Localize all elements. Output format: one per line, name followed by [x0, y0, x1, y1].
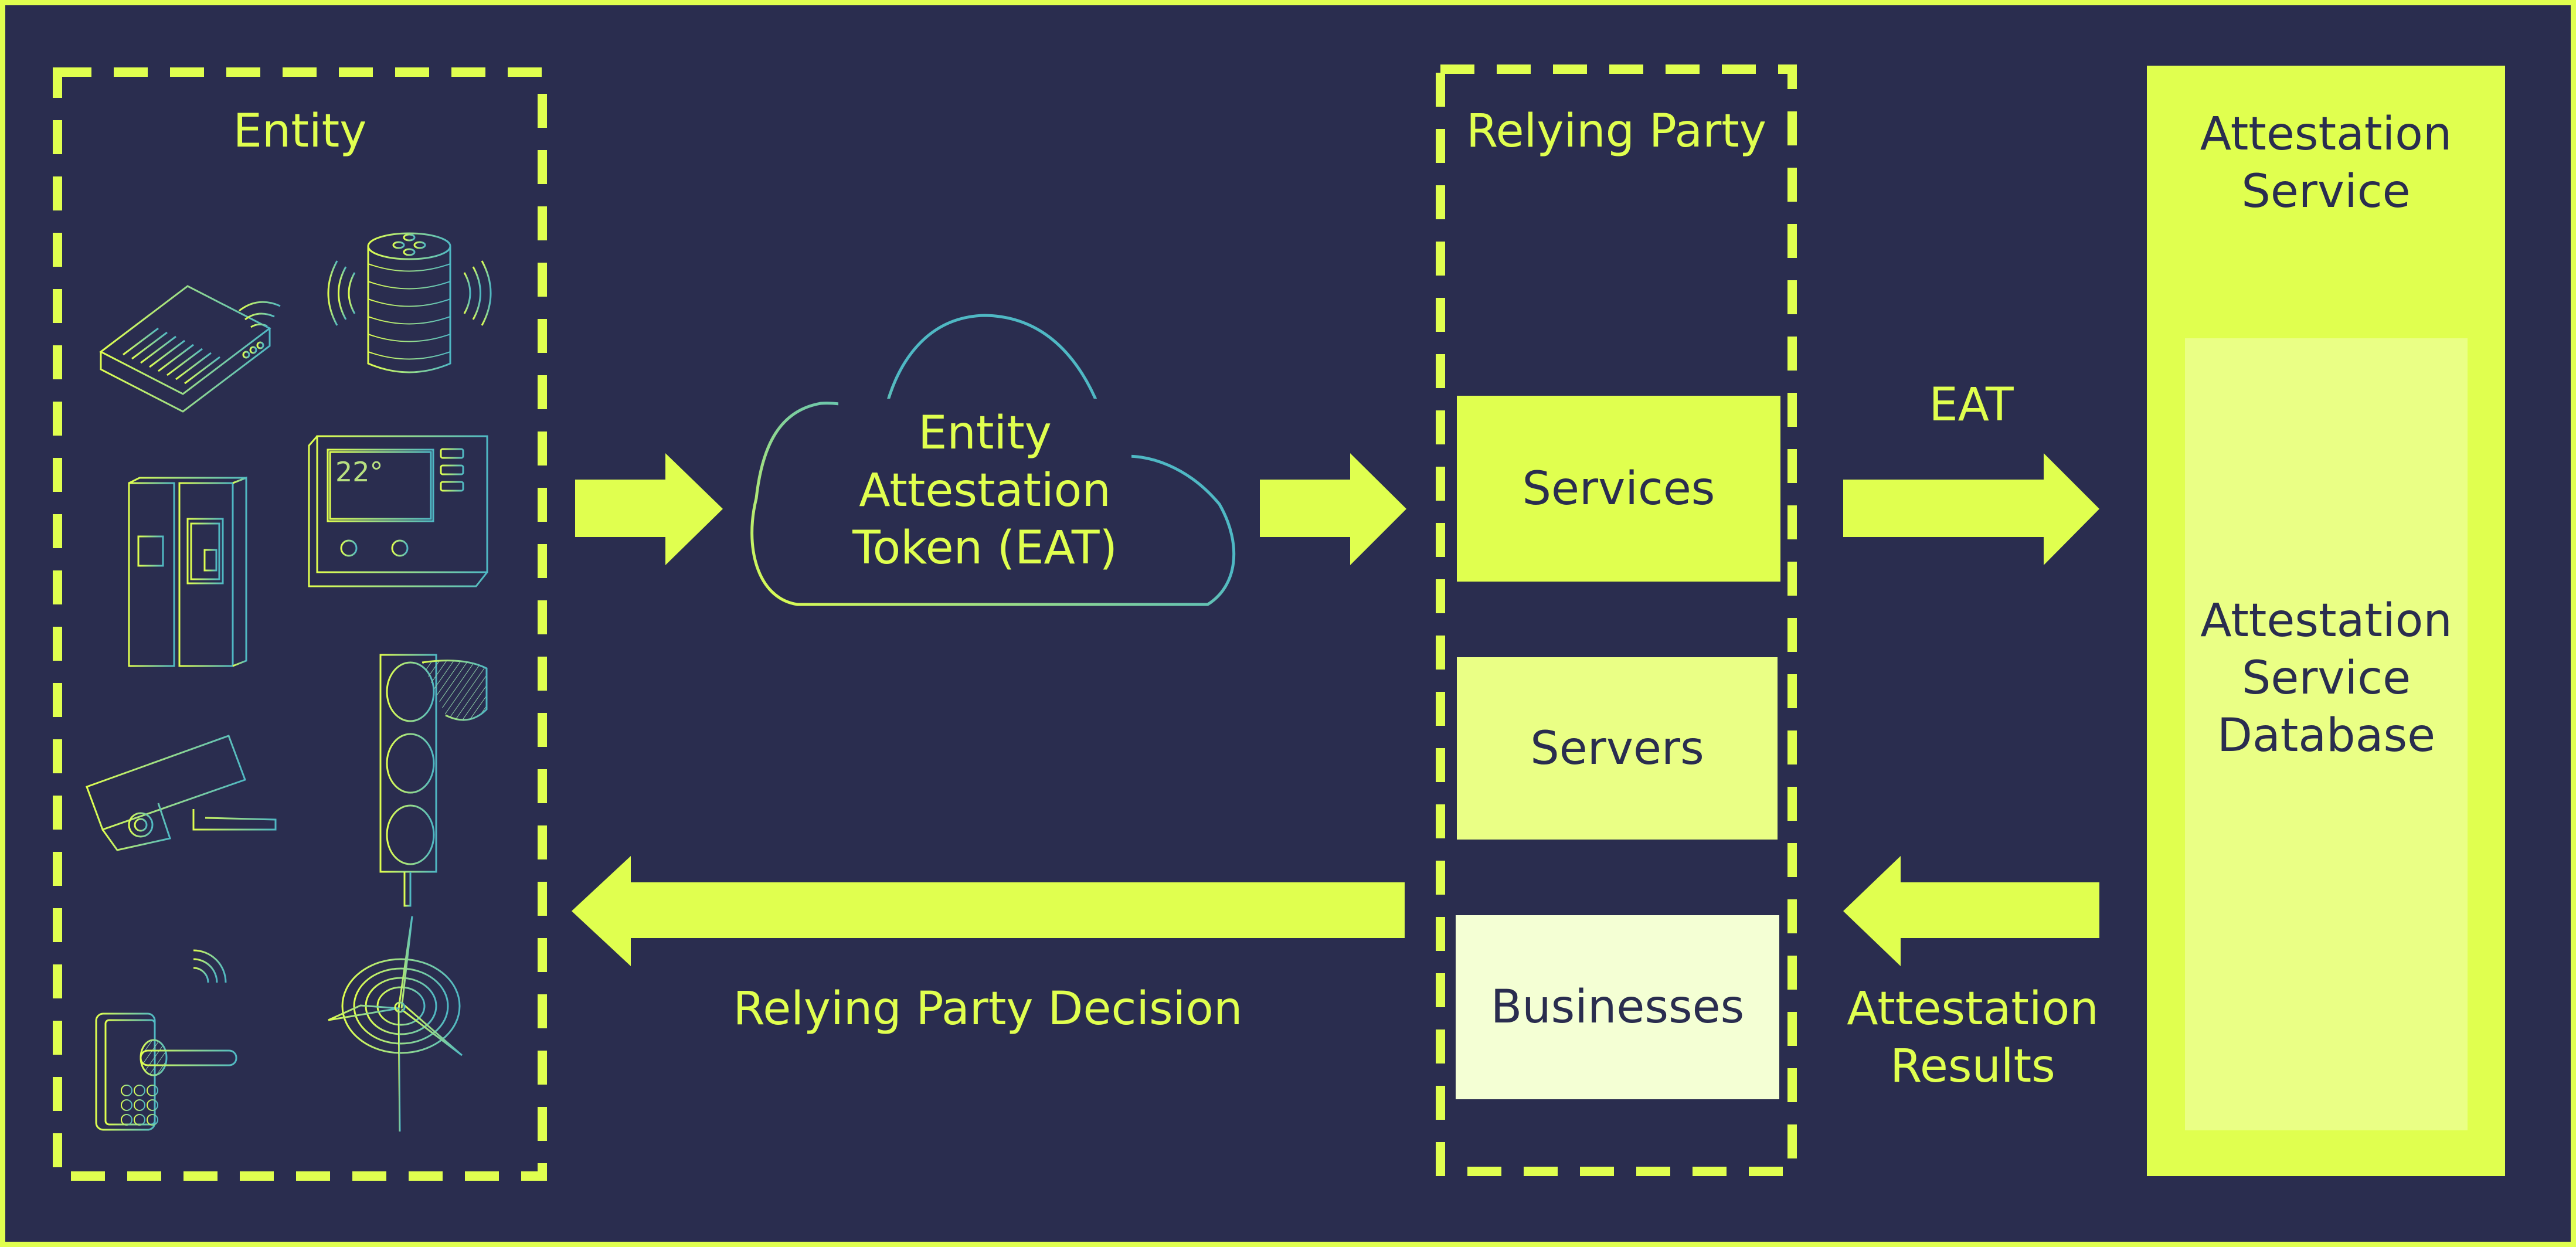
relying-party-decision-label: Relying Party Decision: [733, 983, 1243, 1035]
traffic-light-icon: [379, 654, 488, 907]
eat-flow-label: EAT: [1929, 379, 2014, 431]
thermostat-display: 22°: [335, 456, 383, 488]
servers-box[interactable]: Servers: [1457, 657, 1778, 840]
token-label: Entity Attestation Token (EAT): [809, 405, 1161, 577]
attestation-database-label[interactable]: Attestation Service Database: [2185, 592, 2468, 764]
arrow-entity-to-token: [575, 453, 723, 565]
arrow-decision-to-entity: [572, 856, 1405, 966]
wind-turbine-icon: [328, 916, 463, 1132]
entity-group-border: [53, 67, 547, 1181]
servers-label: Servers: [1530, 722, 1704, 775]
attestation-service-title[interactable]: Attestation Service: [2147, 106, 2505, 220]
arrow-results-to-relying-party: [1843, 856, 2099, 966]
security-camera-icon: [86, 735, 277, 851]
attestation-service-title-line-2: Service: [2241, 165, 2411, 218]
arrow-token-to-relying-party: [1260, 453, 1406, 565]
smart-lock-icon: [95, 949, 237, 1131]
entity-title: Entity: [233, 105, 367, 158]
refrigerator-icon: [128, 476, 247, 667]
attestation-database-line-1: Attestation: [2200, 594, 2452, 647]
arrow-eat-to-attestation-service: [1843, 453, 2099, 565]
services-box[interactable]: Services: [1457, 396, 1780, 582]
token-line-2: Attestation: [859, 464, 1111, 517]
businesses-box[interactable]: Businesses: [1456, 915, 1779, 1099]
attestation-service-title-line-1: Attestation: [2200, 108, 2452, 161]
attestation-results-line-1: Attestation: [1847, 983, 2099, 1035]
token-line-1: Entity: [918, 407, 1052, 460]
attestation-database-line-2: Service: [2241, 652, 2411, 705]
router-icon: [99, 285, 281, 413]
token-line-3: Token (EAT): [852, 522, 1117, 575]
attestation-results-line-2: Results: [1890, 1040, 2055, 1093]
businesses-label: Businesses: [1490, 981, 1745, 1034]
smart-speaker-icon: [327, 232, 492, 373]
attestation-database-line-3: Database: [2217, 709, 2436, 762]
relying-party-title: Relying Party: [1466, 105, 1767, 158]
attestation-results-label: Attestation Results: [1817, 980, 2128, 1095]
services-label: Services: [1522, 462, 1715, 515]
